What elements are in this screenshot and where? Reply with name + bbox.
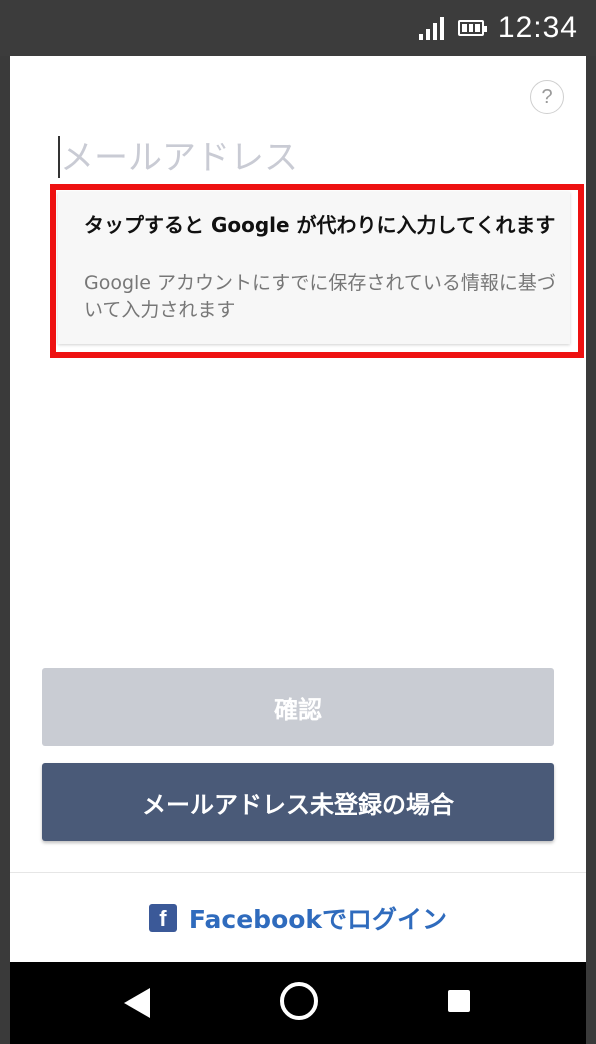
facebook-login-label: Facebookでログイン (188, 905, 448, 934)
navigation-bar (10, 962, 586, 1044)
register-button[interactable]: メールアドレス未登録の場合 (42, 763, 554, 841)
clock: 12:34 (497, 11, 578, 44)
signal-icon (418, 16, 444, 40)
confirm-button[interactable]: 確認 (42, 668, 554, 746)
status-icons: 12:34 (418, 0, 578, 56)
status-bar: 12:34 (0, 0, 596, 56)
email-input[interactable] (60, 134, 540, 182)
battery-icon (457, 20, 487, 36)
autofill-description: Google アカウントにすでに保存されている情報に基づいて入力されます (84, 272, 556, 321)
back-icon[interactable] (124, 988, 150, 1018)
recents-icon[interactable] (448, 990, 470, 1012)
home-icon[interactable] (280, 982, 318, 1020)
autofill-title: タップすると Google が代わりに入力してくれます (84, 213, 556, 237)
login-screen: ? タップすると Google が代わりに入力してくれます Google アカウ… (10, 56, 586, 962)
facebook-login-link[interactable]: f Facebookでログイン (10, 898, 586, 938)
facebook-icon: f (148, 904, 177, 932)
divider (10, 872, 586, 873)
autofill-suggestion[interactable]: タップすると Google が代わりに入力してくれます Google アカウント… (58, 192, 570, 344)
help-icon[interactable]: ? (530, 80, 564, 114)
